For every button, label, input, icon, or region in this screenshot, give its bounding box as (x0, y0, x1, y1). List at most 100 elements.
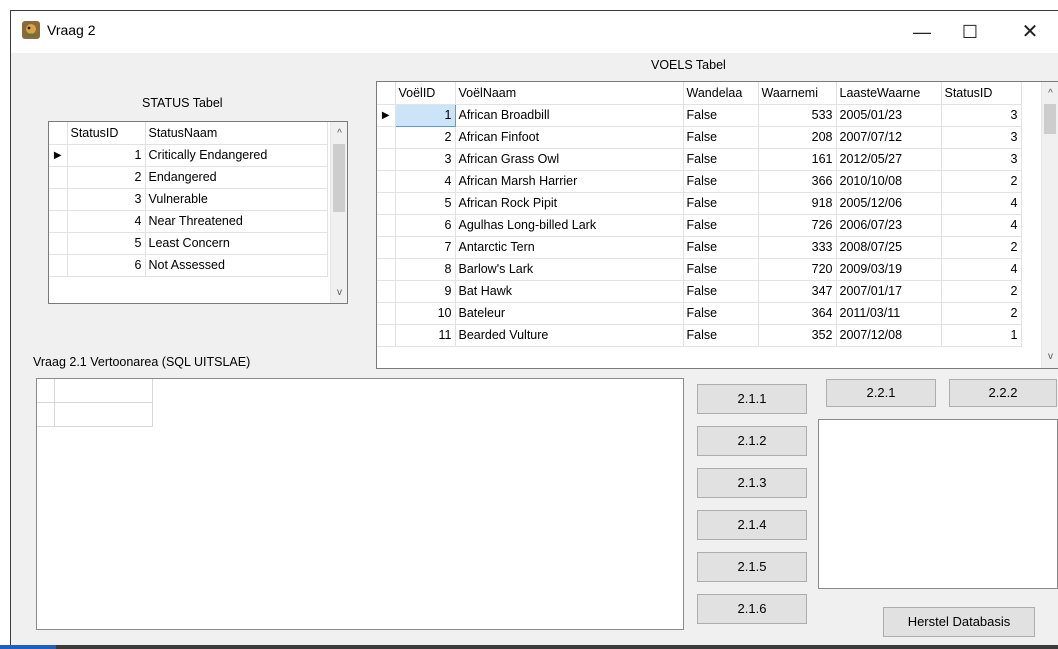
last-sighting-date-cell[interactable]: 2007/07/12 (836, 126, 942, 149)
wandelaar-cell[interactable]: False (683, 302, 759, 325)
waarnemings-cell[interactable]: 352 (758, 324, 837, 347)
voel-id-cell[interactable]: 10 (395, 302, 456, 325)
wandelaar-cell[interactable]: False (683, 236, 759, 259)
last-sighting-date-cell[interactable]: 2012/05/27 (836, 148, 942, 171)
wandelaar-cell[interactable]: False (683, 148, 759, 171)
voels-table-row[interactable]: 7 Antarctic Tern False 333 2008/07/25 2 (377, 236, 1022, 259)
last-sighting-date-cell[interactable]: 2005/01/23 (836, 104, 942, 127)
column-header-waarnemings[interactable]: Waarnemi (758, 82, 837, 105)
status-table-row[interactable]: ▶ 1 Critically Endangered (49, 144, 328, 167)
button-2-1-6[interactable]: 2.1.6 (697, 594, 807, 624)
scroll-thumb[interactable] (1044, 104, 1056, 134)
status-id-cell[interactable]: 2 (67, 166, 146, 189)
voel-id-cell[interactable]: 3 (395, 148, 456, 171)
wandelaar-cell[interactable]: False (683, 280, 759, 303)
voel-id-cell[interactable]: 6 (395, 214, 456, 237)
column-header-wandelaar[interactable]: Wandelaa (683, 82, 759, 105)
scroll-up-icon[interactable]: ^ (331, 125, 347, 142)
voel-name-cell[interactable]: Bat Hawk (455, 280, 684, 303)
waarnemings-cell[interactable]: 333 (758, 236, 837, 259)
column-header-voelnaam[interactable]: VoëlNaam (455, 82, 684, 105)
waarnemings-cell[interactable]: 533 (758, 104, 837, 127)
status-id-cell[interactable]: 1 (67, 144, 146, 167)
last-sighting-date-cell[interactable]: 2009/03/19 (836, 258, 942, 281)
voel-id-cell[interactable]: 4 (395, 170, 456, 193)
status-table-scrollbar[interactable]: ^ v (330, 122, 347, 303)
column-header-statusnaam[interactable]: StatusNaam (145, 122, 328, 145)
maximize-button[interactable]: ☐ (947, 11, 993, 53)
button-2-1-4[interactable]: 2.1.4 (697, 510, 807, 540)
voels-table-row[interactable]: ▶ 1 African Broadbill False 533 2005/01/23 3 (377, 103, 1022, 127)
button-2-1-5[interactable]: 2.1.5 (697, 552, 807, 582)
wandelaar-cell[interactable]: False (683, 170, 759, 193)
question-2-2-output-box[interactable] (818, 419, 1058, 589)
waarnemings-cell[interactable]: 161 (758, 148, 837, 171)
voel-status-id-cell[interactable]: 3 (941, 126, 1022, 149)
column-header-statusid[interactable]: StatusID (941, 82, 1022, 105)
waarnemings-cell[interactable]: 208 (758, 126, 837, 149)
voel-id-cell[interactable]: 7 (395, 236, 456, 259)
voels-table-row[interactable]: 11 Bearded Vulture False 352 2007/12/08 1 (377, 324, 1022, 347)
button-2-1-3[interactable]: 2.1.3 (697, 468, 807, 498)
scroll-up-icon[interactable]: ^ (1042, 85, 1058, 102)
wandelaar-cell[interactable]: False (683, 104, 759, 127)
voel-status-id-cell[interactable]: 2 (941, 302, 1022, 325)
voel-name-cell[interactable]: Antarctic Tern (455, 236, 684, 259)
voel-name-cell[interactable]: Bateleur (455, 302, 684, 325)
status-name-cell[interactable]: Near Threatened (145, 210, 328, 233)
wandelaar-cell[interactable]: False (683, 126, 759, 149)
wandelaar-cell[interactable]: False (683, 258, 759, 281)
button-2-2-1[interactable]: 2.2.1 (826, 379, 936, 407)
status-name-cell[interactable]: Endangered (145, 166, 328, 189)
status-table-row[interactable]: 4 Near Threatened (49, 210, 328, 233)
voel-name-cell[interactable]: Barlow's Lark (455, 258, 684, 281)
status-id-cell[interactable]: 6 (67, 254, 146, 277)
waarnemings-cell[interactable]: 366 (758, 170, 837, 193)
voel-name-cell[interactable]: African Grass Owl (455, 148, 684, 171)
voels-table-grid[interactable]: VoëlID VoëlNaam Wandelaa Waarnemi Laaste… (376, 81, 1058, 369)
voel-status-id-cell[interactable]: 2 (941, 236, 1022, 259)
last-sighting-date-cell[interactable]: 2007/12/08 (836, 324, 942, 347)
scroll-thumb[interactable] (333, 144, 345, 212)
last-sighting-date-cell[interactable]: 2005/12/06 (836, 192, 942, 215)
status-table-grid[interactable]: StatusID StatusNaam ▶ 1 Critically Endange… (48, 121, 348, 304)
scroll-down-icon[interactable]: v (1042, 348, 1058, 365)
voel-id-cell[interactable]: 1 (394, 103, 456, 127)
waarnemings-cell[interactable]: 364 (758, 302, 837, 325)
voel-name-cell[interactable]: Agulhas Long-billed Lark (455, 214, 684, 237)
voel-id-cell[interactable]: 8 (395, 258, 456, 281)
status-table-row[interactable]: 6 Not Assessed (49, 254, 328, 277)
voel-status-id-cell[interactable]: 2 (941, 170, 1022, 193)
waarnemings-cell[interactable]: 726 (758, 214, 837, 237)
restore-database-button[interactable]: Herstel Databasis (883, 607, 1035, 637)
last-sighting-date-cell[interactable]: 2011/03/11 (836, 302, 942, 325)
last-sighting-date-cell[interactable]: 2007/01/17 (836, 280, 942, 303)
voel-status-id-cell[interactable]: 1 (941, 324, 1022, 347)
column-header-laastewaarneming[interactable]: LaasteWaarne (836, 82, 942, 105)
status-id-cell[interactable]: 3 (67, 188, 146, 211)
voel-name-cell[interactable]: African Rock Pipit (455, 192, 684, 215)
status-id-cell[interactable]: 5 (67, 232, 146, 255)
button-2-2-2[interactable]: 2.2.2 (949, 379, 1057, 407)
voel-status-id-cell[interactable]: 4 (941, 192, 1022, 215)
voels-table-row[interactable]: 4 African Marsh Harrier False 366 2010/10/08… (377, 170, 1022, 193)
voels-table-row[interactable]: 5 African Rock Pipit False 918 2005/12/06 4 (377, 192, 1022, 215)
voel-status-id-cell[interactable]: 4 (941, 214, 1022, 237)
voels-table-row[interactable]: 9 Bat Hawk False 347 2007/01/17 2 (377, 280, 1022, 303)
column-header-voelid[interactable]: VoëlID (395, 82, 456, 105)
wandelaar-cell[interactable]: False (683, 192, 759, 215)
voel-id-cell[interactable]: 5 (395, 192, 456, 215)
status-id-cell[interactable]: 4 (67, 210, 146, 233)
voel-id-cell[interactable]: 2 (395, 126, 456, 149)
status-name-cell[interactable]: Least Concern (145, 232, 328, 255)
voels-table-scrollbar[interactable]: ^ v (1041, 82, 1058, 368)
voels-table-row[interactable]: 10 Bateleur False 364 2011/03/11 2 (377, 302, 1022, 325)
last-sighting-date-cell[interactable]: 2010/10/08 (836, 170, 942, 193)
voel-status-id-cell[interactable]: 2 (941, 280, 1022, 303)
status-name-cell[interactable]: Vulnerable (145, 188, 328, 211)
voel-name-cell[interactable]: Bearded Vulture (455, 324, 684, 347)
status-name-cell[interactable]: Critically Endangered (145, 144, 328, 167)
waarnemings-cell[interactable]: 347 (758, 280, 837, 303)
voel-name-cell[interactable]: African Marsh Harrier (455, 170, 684, 193)
voel-name-cell[interactable]: African Finfoot (455, 126, 684, 149)
